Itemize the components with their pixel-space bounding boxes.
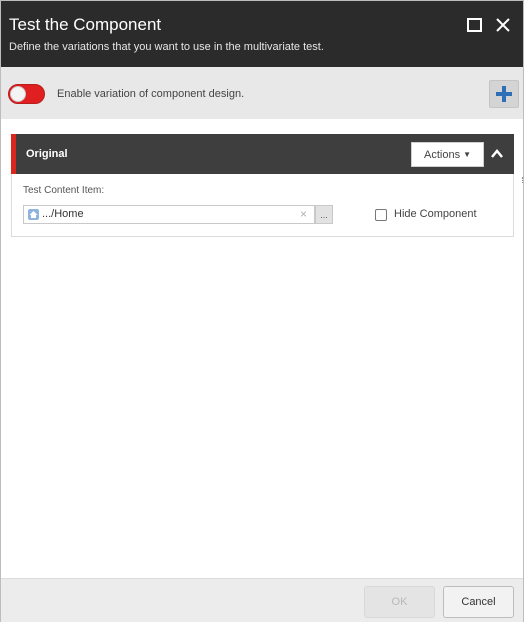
variation-title: Original (26, 148, 68, 160)
maximize-icon (466, 18, 482, 32)
actions-label: Actions (424, 148, 461, 161)
add-variation-button[interactable] (489, 80, 519, 108)
hide-component-label: Hide Component (394, 208, 477, 220)
enable-variation-toggle[interactable] (8, 84, 45, 104)
test-content-label: Test Content Item: (23, 185, 105, 196)
close-icon (496, 18, 510, 32)
dialog-subtitle: Define the variations that you want to u… (9, 41, 324, 53)
maximize-button[interactable] (464, 15, 484, 35)
browse-button[interactable]: ... (315, 205, 333, 224)
actions-button[interactable]: Actions ▼ (411, 142, 484, 167)
caret-down-icon: ▼ (463, 150, 471, 159)
close-button[interactable] (493, 15, 513, 35)
toggle-knob (10, 86, 26, 102)
test-component-dialog: Test the Component Define the variations… (0, 0, 524, 622)
hide-component-checkbox[interactable] (375, 209, 387, 221)
content-item-icon (28, 209, 39, 220)
clear-input-button[interactable]: × (300, 206, 307, 222)
cancel-button[interactable]: Cancel (443, 586, 514, 618)
test-content-value: .../Home (42, 208, 84, 220)
plus-icon (496, 86, 512, 102)
dialog-title: Test the Component (9, 15, 162, 34)
ok-button[interactable]: OK (364, 586, 435, 618)
variation-accent-bar (11, 134, 16, 174)
collapse-button[interactable] (487, 144, 507, 164)
enable-variation-label: Enable variation of component design. (57, 88, 245, 100)
chevron-up-icon (491, 149, 503, 158)
